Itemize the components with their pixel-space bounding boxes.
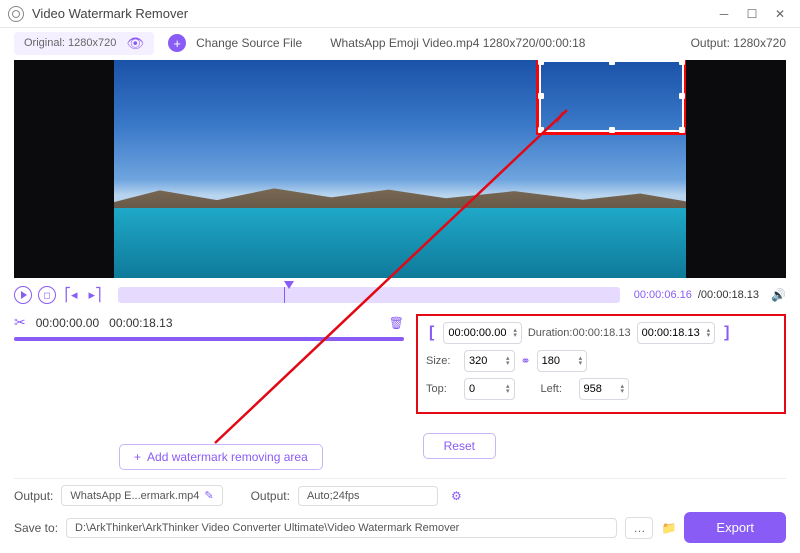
left-label: Left: bbox=[541, 383, 573, 395]
spinner-icon[interactable]: ▴▾ bbox=[513, 328, 517, 338]
spinner-icon[interactable]: ▴▾ bbox=[707, 328, 711, 338]
scissors-icon[interactable]: ✂ bbox=[14, 314, 26, 331]
add-area-label: Add watermark removing area bbox=[147, 450, 308, 464]
original-resolution-box: Original: 1280x720 👁 bbox=[14, 32, 154, 55]
settings-icon[interactable]: ⚙ bbox=[451, 489, 462, 503]
timeline-scrubber[interactable] bbox=[118, 287, 620, 303]
stop-button[interactable]: ◻ bbox=[38, 286, 56, 304]
app-logo-icon bbox=[8, 6, 24, 22]
segment-start: 00:00:00.00 bbox=[36, 316, 99, 330]
spinner-icon[interactable]: ▴▾ bbox=[506, 384, 510, 394]
height-input[interactable] bbox=[542, 355, 576, 367]
segment-end: 00:00:18.13 bbox=[109, 316, 172, 330]
output-filename: WhatsApp E...ermark.mp4 bbox=[70, 490, 199, 502]
range-start-bracket[interactable]: [ bbox=[426, 324, 437, 342]
segment-bar[interactable] bbox=[14, 337, 404, 341]
spinner-icon[interactable]: ▴▾ bbox=[506, 356, 510, 366]
delete-segment-icon[interactable]: 🗑 bbox=[389, 316, 404, 330]
maximize-icon[interactable]: ☐ bbox=[740, 4, 764, 24]
width-input[interactable] bbox=[469, 355, 503, 367]
open-folder-icon[interactable]: 📁 bbox=[661, 521, 676, 535]
duration-label: Duration:00:00:18.13 bbox=[528, 327, 631, 339]
current-time: 00:00:06.16 bbox=[634, 289, 692, 301]
selection-box[interactable] bbox=[539, 60, 684, 132]
output-resolution: Output: 1280x720 bbox=[691, 36, 786, 50]
link-aspect-icon[interactable]: ⚭ bbox=[521, 354, 531, 368]
add-area-button[interactable]: + Add watermark removing area bbox=[119, 444, 323, 470]
left-input[interactable] bbox=[584, 383, 618, 395]
output-format: Auto;24fps bbox=[307, 490, 360, 502]
export-button[interactable]: Export bbox=[684, 512, 786, 543]
close-icon[interactable]: ✕ bbox=[768, 4, 792, 24]
browse-button[interactable]: … bbox=[625, 517, 653, 539]
volume-icon[interactable]: 🔊 bbox=[771, 288, 786, 302]
app-title: Video Watermark Remover bbox=[32, 6, 188, 21]
visibility-toggle-icon[interactable]: 👁 bbox=[126, 35, 144, 52]
video-preview[interactable] bbox=[14, 60, 786, 278]
save-path: D:\ArkThinker\ArkThinker Video Converter… bbox=[66, 518, 617, 538]
edit-filename-icon[interactable]: ✎ bbox=[204, 489, 213, 502]
minimize-icon[interactable]: ─ bbox=[712, 4, 736, 24]
range-start-input[interactable] bbox=[448, 327, 510, 339]
output-label-2: Output: bbox=[251, 489, 290, 503]
change-source-label[interactable]: Change Source File bbox=[196, 36, 302, 50]
prev-frame-button[interactable]: ⎡◂ bbox=[62, 286, 80, 304]
top-label: Top: bbox=[426, 383, 458, 395]
top-input[interactable] bbox=[469, 383, 503, 395]
next-frame-button[interactable]: ▸⎤ bbox=[86, 286, 104, 304]
total-time: /00:00:18.13 bbox=[698, 289, 759, 301]
change-source-button[interactable]: + bbox=[168, 34, 186, 52]
selection-params-panel: [ ▴▾ Duration:00:00:18.13 ▴▾ ] Size: ▴▾ … bbox=[416, 314, 786, 414]
output-label-1: Output: bbox=[14, 489, 53, 503]
save-to-label: Save to: bbox=[14, 521, 58, 535]
play-button[interactable] bbox=[14, 286, 32, 304]
range-end-input[interactable] bbox=[642, 327, 704, 339]
spinner-icon[interactable]: ▴▾ bbox=[579, 356, 583, 366]
spinner-icon[interactable]: ▴▾ bbox=[621, 384, 625, 394]
range-end-bracket[interactable]: ] bbox=[721, 324, 732, 342]
reset-button[interactable]: Reset bbox=[423, 433, 496, 459]
original-resolution-label: Original: 1280x720 bbox=[24, 37, 116, 49]
size-label: Size: bbox=[426, 355, 458, 367]
file-info: WhatsApp Emoji Video.mp4 1280x720/00:00:… bbox=[330, 36, 585, 50]
plus-icon: + bbox=[134, 450, 141, 464]
